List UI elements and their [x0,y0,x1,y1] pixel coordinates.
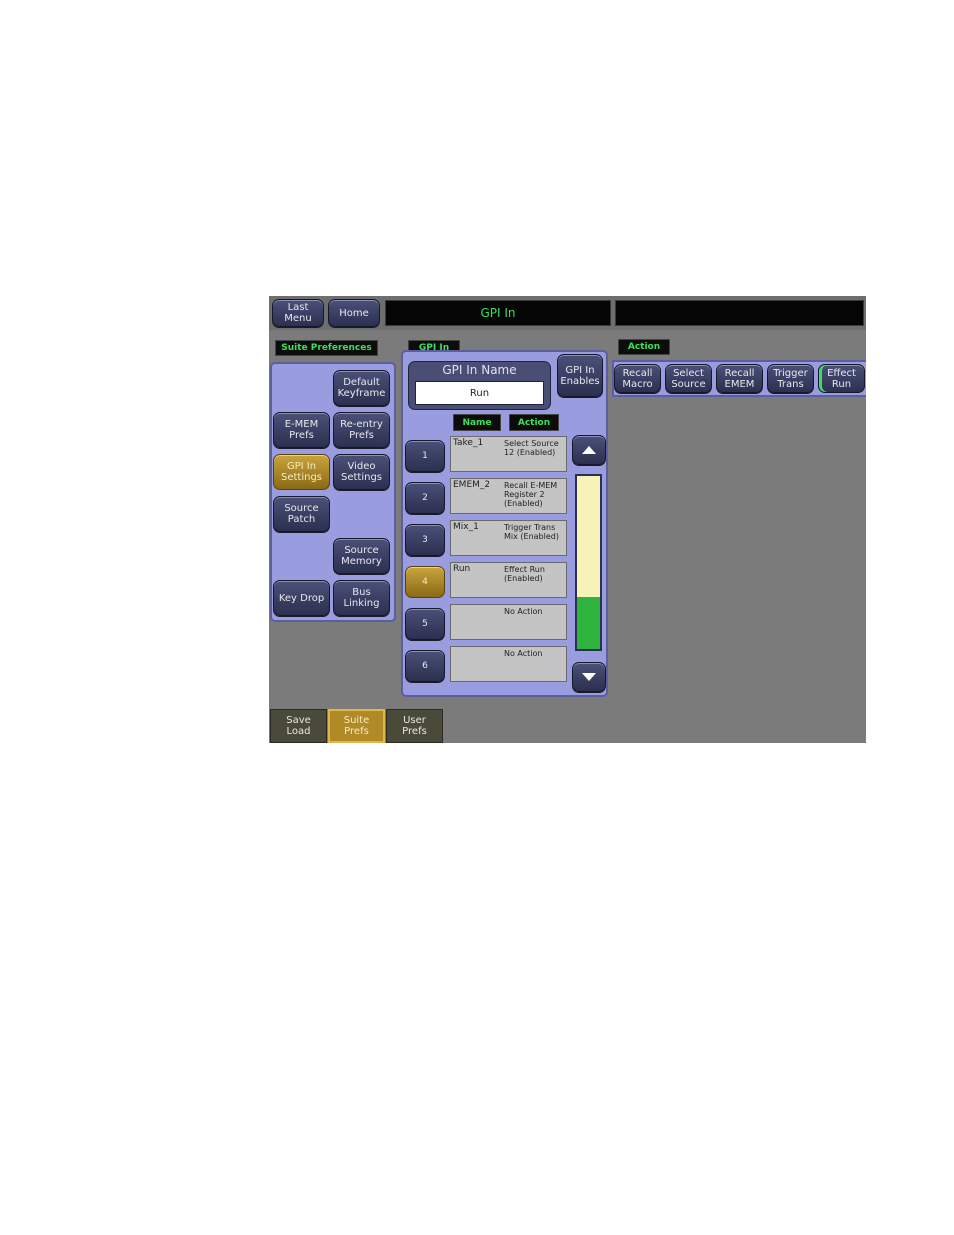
scroll-down-button[interactable] [572,662,606,692]
gpi-in-row[interactable]: Take_1 Select Source 12 (Enabled) [450,436,567,472]
last-menu-button[interactable]: Last Menu [272,299,324,327]
source-patch-button[interactable]: Source Patch [273,496,330,532]
gpi-in-row-action: Recall E-MEM Register 2 (Enabled) [504,481,558,508]
action-button[interactable]: Trigger Trans [767,364,814,393]
gpi-in-settings-button[interactable]: GPI In Settings [273,454,330,490]
scroll-track[interactable] [575,474,602,651]
gpi-in-row[interactable]: No Action [450,646,567,682]
gpi-in-row-action: No Action [504,607,543,616]
bus-linking-button[interactable]: Bus Linking [333,580,390,616]
gpi-in-row[interactable]: No Action [450,604,567,640]
gpi-in-row[interactable]: Mix_1 Trigger Trans Mix (Enabled) [450,520,567,556]
arrow-up-icon [582,446,596,454]
gpi-in-row-name: Take_1 [453,438,484,448]
gpi-in-row[interactable]: EMEM_2 Recall E-MEM Register 2 (Enabled) [450,478,567,514]
gpi-in-number-button[interactable]: 6 [405,650,445,682]
gpi-in-number-button[interactable]: 4 [405,566,445,598]
column-header-name: Name [453,414,501,431]
gpi-in-row-action: No Action [504,649,543,658]
gpi-in-row-name: EMEM_2 [453,480,491,490]
emem-prefs-button[interactable]: E-MEM Prefs [273,412,330,448]
bottom-bar: Save Load Suite Prefs User Prefs [269,709,866,743]
tab-suite-preferences: Suite Preferences [275,340,378,356]
scroll-up-button[interactable] [572,435,606,465]
gpi-in-row-action: Trigger Trans Mix (Enabled) [504,523,559,541]
gpi-in-row-name: Mix_1 [453,522,479,532]
default-keyframe-button[interactable]: Default Keyframe [333,370,390,406]
action-button[interactable]: Effect Run [818,364,865,393]
column-header-action: Action [509,414,559,431]
gpi-in-number-button[interactable]: 5 [405,608,445,640]
gpi-in-screen: Last Menu Home GPI In Suite Preferences … [269,296,866,743]
bottom-tab[interactable]: Save Load [270,709,327,743]
home-button[interactable]: Home [328,299,380,327]
gpi-in-row-action: Effect Run (Enabled) [504,565,545,583]
gpi-in-number-button[interactable]: 1 [405,440,445,472]
action-button[interactable]: Recall Macro [614,364,661,393]
bottom-tab[interactable]: User Prefs [386,709,443,743]
bottom-tab[interactable]: Suite Prefs [328,709,385,743]
status-display [615,300,864,326]
gpi-in-row[interactable]: Run Effect Run (Enabled) [450,562,567,598]
top-bar: Last Menu Home GPI In [269,296,866,330]
reentry-prefs-button[interactable]: Re-entry Prefs [333,412,390,448]
scroll-thumb[interactable] [577,597,600,649]
gpi-in-number-button[interactable]: 2 [405,482,445,514]
video-settings-button[interactable]: Video Settings [333,454,390,490]
action-button[interactable]: Select Source [665,364,712,393]
gpi-in-name-field[interactable]: Run [415,381,544,405]
gpi-in-number-button[interactable]: 3 [405,524,445,556]
key-drop-button[interactable]: Key Drop [273,580,330,616]
gpi-in-row-action: Select Source 12 (Enabled) [504,439,559,457]
gpi-in-name-label: GPI In Name [442,363,517,377]
gpi-in-enables-button[interactable]: GPI In Enables [557,354,603,397]
tab-action: Action [618,339,670,355]
menu-title: GPI In [385,300,611,326]
arrow-down-icon [582,673,596,681]
action-button[interactable]: Recall EMEM [716,364,763,393]
source-memory-button[interactable]: Source Memory [333,538,390,574]
gpi-in-row-name: Run [453,564,471,574]
